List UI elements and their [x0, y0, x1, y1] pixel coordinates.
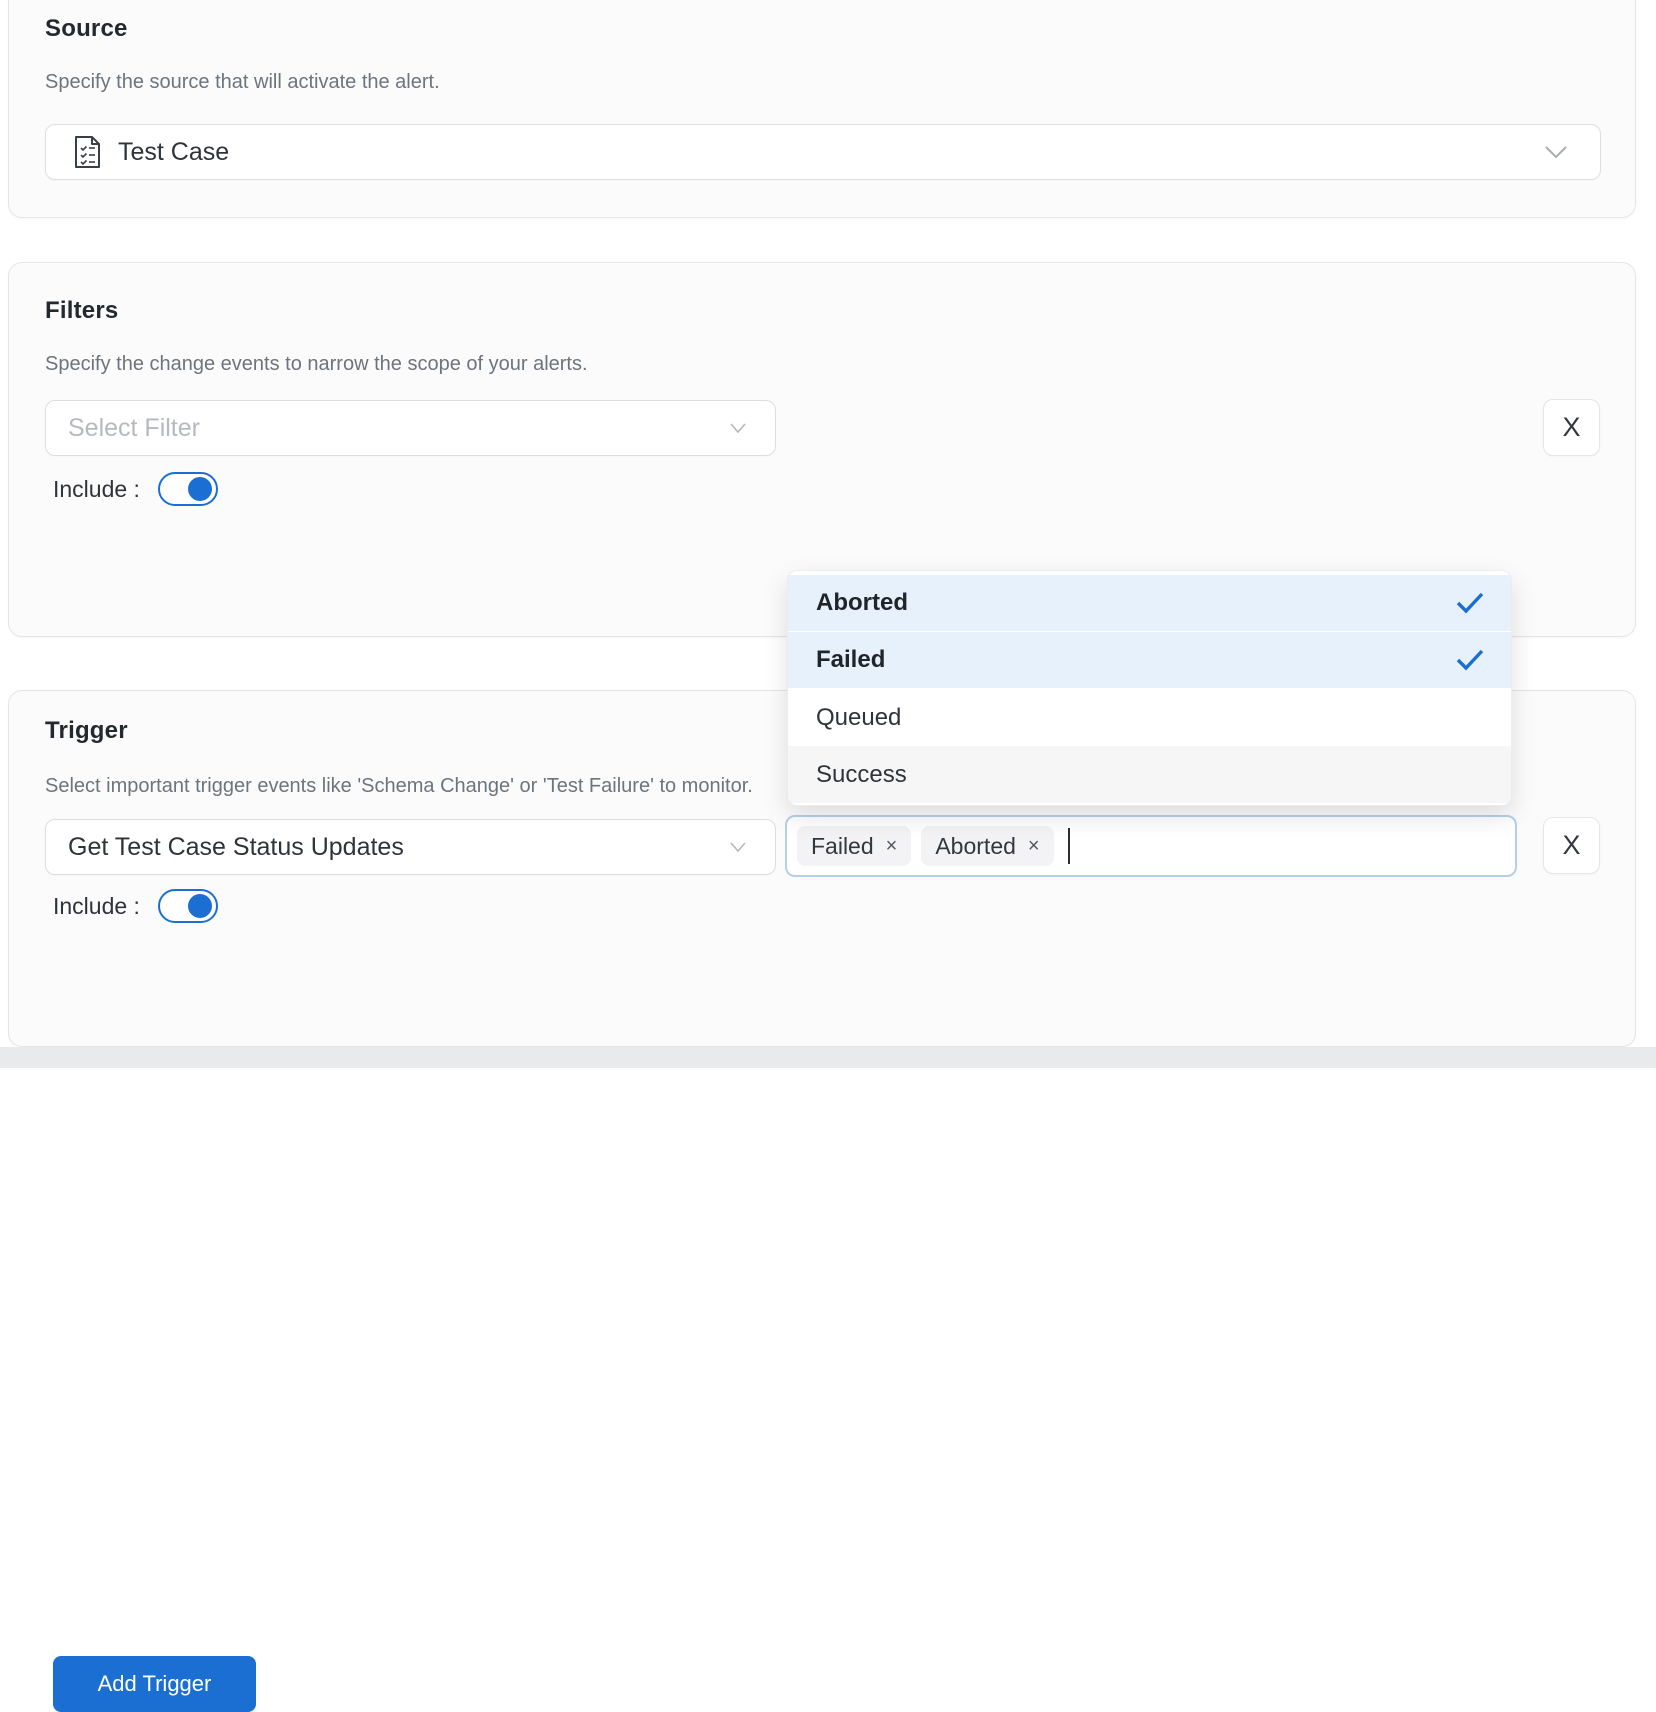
- trigger-status-multiselect-input[interactable]: Failed × Aborted ×: [785, 815, 1517, 877]
- trigger-include-row: Include :: [53, 889, 218, 923]
- trigger-section-description: Select important trigger events like 'Sc…: [45, 775, 753, 798]
- remove-tag-icon[interactable]: ×: [886, 835, 898, 858]
- dropdown-option-failed[interactable]: Failed: [788, 632, 1511, 689]
- trigger-include-label: Include :: [53, 893, 140, 920]
- trigger-section-title: Trigger: [45, 717, 128, 745]
- source-select[interactable]: Test Case: [45, 124, 1601, 180]
- chevron-down-icon: [729, 841, 747, 853]
- filter-select[interactable]: Select Filter: [45, 400, 776, 456]
- dropdown-option-aborted[interactable]: Aborted: [788, 575, 1511, 632]
- page-bottom-strip: [0, 1047, 1656, 1068]
- filter-include-label: Include :: [53, 476, 140, 503]
- tag-label: Failed: [811, 833, 874, 860]
- selected-status-tag: Aborted ×: [921, 826, 1053, 866]
- source-section-description: Specify the source that will activate th…: [45, 71, 440, 94]
- remove-filter-row-button[interactable]: X: [1543, 399, 1600, 456]
- chevron-down-icon: [729, 422, 747, 434]
- dropdown-option-queued[interactable]: Queued: [788, 689, 1511, 746]
- trigger-include-toggle[interactable]: [158, 889, 218, 923]
- chevron-down-icon: [1544, 145, 1568, 159]
- remove-tag-icon[interactable]: ×: [1028, 835, 1040, 858]
- option-label: Aborted: [816, 589, 908, 617]
- check-icon: [1455, 591, 1485, 615]
- toggle-knob: [188, 894, 212, 918]
- status-options-dropdown: Aborted Failed Queued Success: [787, 570, 1512, 806]
- dropdown-option-success[interactable]: Success: [788, 746, 1511, 803]
- remove-trigger-row-button[interactable]: X: [1543, 817, 1600, 874]
- trigger-select[interactable]: Get Test Case Status Updates: [45, 819, 776, 875]
- filter-include-toggle[interactable]: [158, 472, 218, 506]
- check-icon: [1455, 648, 1485, 672]
- text-cursor: [1068, 828, 1070, 864]
- filters-section-title: Filters: [45, 297, 118, 325]
- filter-include-row: Include :: [53, 472, 218, 506]
- source-select-value: Test Case: [118, 138, 229, 167]
- filters-section-description: Specify the change events to narrow the …: [45, 353, 588, 376]
- filter-select-placeholder: Select Filter: [68, 414, 200, 443]
- option-label: Queued: [816, 704, 901, 732]
- toggle-knob: [188, 477, 212, 501]
- source-section-card: Source Specify the source that will acti…: [8, 0, 1636, 218]
- source-section-title: Source: [45, 15, 128, 43]
- option-label: Success: [816, 761, 907, 789]
- tag-label: Aborted: [935, 833, 1016, 860]
- selected-status-tag: Failed ×: [797, 826, 911, 866]
- add-trigger-button[interactable]: Add Trigger: [53, 1656, 256, 1712]
- test-case-document-icon: [72, 135, 102, 169]
- trigger-select-value: Get Test Case Status Updates: [68, 833, 404, 862]
- option-label: Failed: [816, 646, 885, 674]
